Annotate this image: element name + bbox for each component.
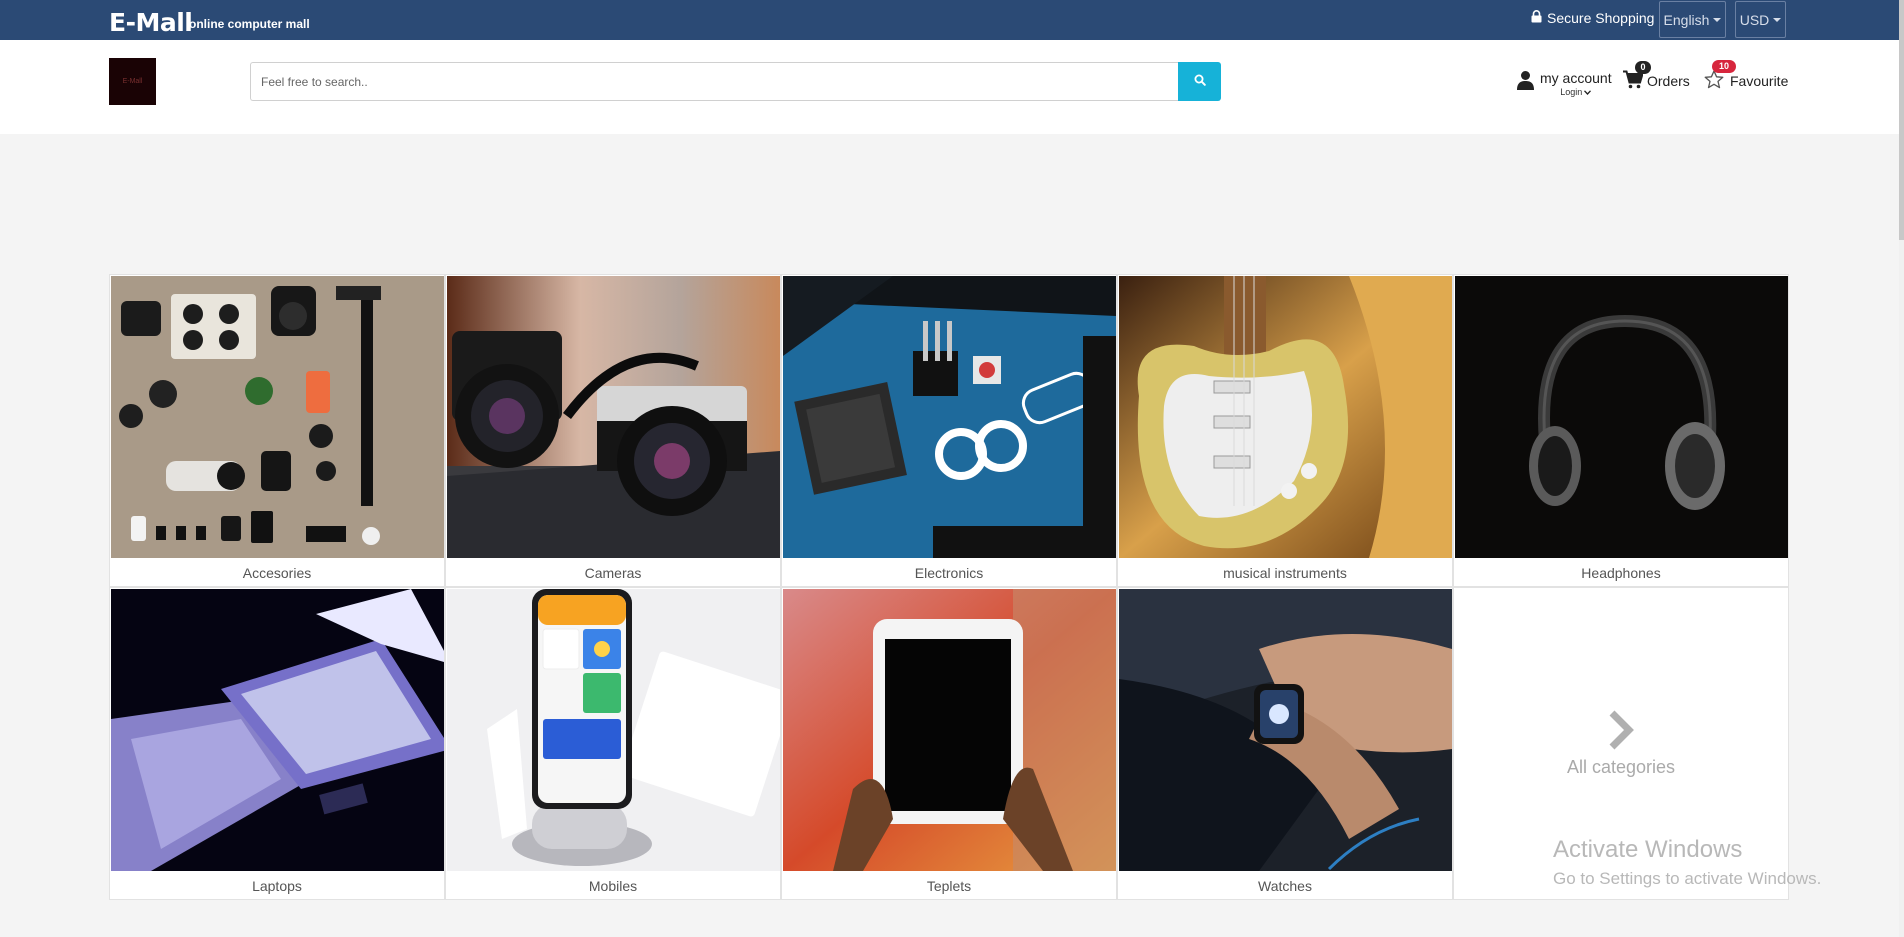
cameras-photo [447,276,780,558]
category-tile[interactable]: Accesories [109,274,445,587]
category-label: Accesories [242,565,312,581]
page-scrollbar-thumb[interactable] [1899,0,1904,240]
secure-shopping-label: Secure Shopping [1547,10,1655,26]
electric-guitar-photo [1119,276,1452,558]
category-tile[interactable]: Teplets [781,587,1117,900]
category-tile[interactable]: Laptops [109,587,445,900]
category-label: musical instruments [1223,565,1347,581]
star-icon [1704,70,1724,92]
language-dropdown[interactable]: English [1659,1,1726,38]
category-tile[interactable]: Mobiles [445,587,781,900]
search-input[interactable] [250,62,1179,101]
category-tile[interactable]: Headphones [1453,274,1789,587]
laptop-photo [111,589,444,871]
headphones-photo [1455,276,1788,558]
smartphone-photo [447,589,780,871]
caret-down-icon [1713,17,1722,22]
language-value: English [1663,11,1710,28]
currency-value: USD [1739,11,1770,28]
favourite-label: Favourite [1730,73,1789,89]
chevron-down-icon [1584,89,1592,95]
my-account[interactable]: my account Login [1517,70,1612,97]
search-icon [1194,73,1206,91]
category-grid: Accesories Cameras Electronics musical i… [109,274,1789,900]
activate-windows-title: Activate Windows [1553,836,1743,863]
category-label: Teplets [926,878,972,894]
favourite-link[interactable]: Favourite [1704,70,1788,92]
brand-tagline: online computer mall [189,17,310,31]
category-label: Headphones [1581,565,1661,581]
all-categories-label: All categories [1566,756,1676,777]
category-tile[interactable]: Electronics [781,274,1117,587]
arduino-board-photo [783,276,1116,558]
lock-icon [1531,10,1542,26]
category-tile[interactable]: musical instruments [1117,274,1453,587]
my-account-label: my account [1540,70,1612,86]
login-label: Login [1560,87,1583,97]
category-label: Electronics [914,565,984,581]
login-dropdown[interactable]: Login [1560,87,1592,97]
favourite-count-badge: 10 [1712,60,1736,73]
logo-text: E-Mall [122,78,143,85]
category-label: Cameras [584,565,642,581]
category-tile[interactable]: Cameras [445,274,781,587]
category-label: Laptops [252,878,302,894]
chevron-right-icon [1608,710,1634,755]
smartwatch-photo [1119,589,1452,871]
activate-windows-subtitle: Go to Settings to activate Windows. [1553,869,1822,888]
category-label: Watches [1258,878,1312,894]
caret-down-icon [1773,17,1782,22]
orders-count-badge: 0 [1635,61,1651,74]
site-logo[interactable]: E-Mall [109,58,156,105]
orders-label: Orders [1647,73,1690,89]
orders-link[interactable]: Orders [1623,70,1690,92]
brand-name[interactable]: E-Mall [109,8,193,37]
category-tile[interactable]: Watches [1117,587,1453,900]
tablet-photo [783,589,1116,871]
accessories-photo [111,276,444,558]
search-button[interactable] [1178,62,1221,101]
category-label: Mobiles [588,878,638,894]
secure-shopping: Secure Shopping [1531,10,1654,26]
currency-dropdown[interactable]: USD [1735,1,1786,38]
user-icon [1517,70,1534,95]
